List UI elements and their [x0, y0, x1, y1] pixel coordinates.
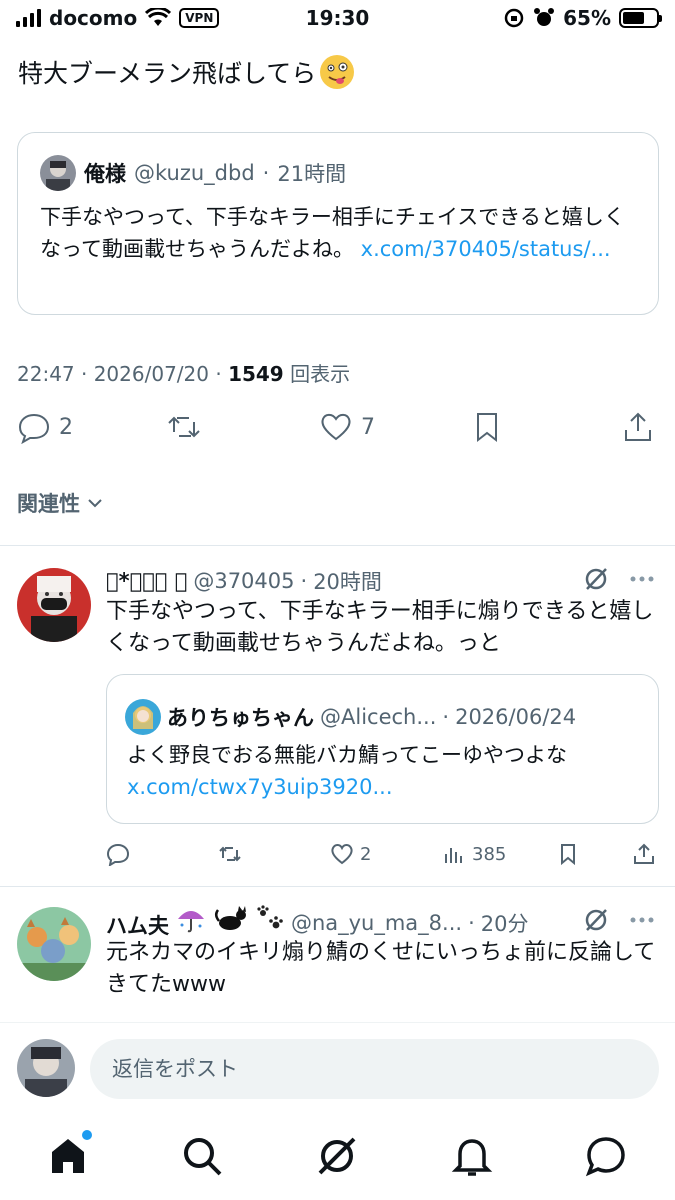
author-handle: @370405: [160, 569, 294, 593]
bottom-tab-bar: [0, 1114, 675, 1200]
tweet-text: 特大ブーメラン飛ばしてら: [18, 54, 355, 90]
reply-button[interactable]: 2: [17, 410, 73, 444]
share-icon: [625, 412, 651, 441]
reply-icon: [106, 843, 130, 866]
quoted-tweet-card[interactable]: ありちゅちゃん @Alicech... · 2026/06/24 よく野良でおる…: [106, 674, 659, 824]
battery-percent: 65%: [563, 6, 611, 30]
quoted-tweet-card[interactable]: 俺様 @kuzu_dbd · 21時間 下手なやつって、下手なキラー相手にチェイ…: [17, 132, 659, 315]
apple-icon: : [106, 569, 119, 593]
quoted-tweet-text: よく野良でおる無能バカ鯖ってこーゆやつよな x.com/ctwx7y3uip39…: [127, 739, 647, 803]
tweet-link[interactable]: x.com/ctwx7y3uip3920...: [127, 771, 647, 803]
heart-icon: [321, 413, 351, 441]
bookmark-button[interactable]: [470, 410, 504, 444]
status-bar: docomo VPN 19:30 65%: [0, 0, 675, 38]
author-name[interactable]: ハム夫: [106, 905, 285, 940]
bookmark-icon: [477, 413, 497, 443]
bookmark-button[interactable]: [556, 842, 580, 866]
grok-tab[interactable]: [315, 1134, 359, 1178]
view-count: 1549: [228, 362, 284, 386]
grok-icon[interactable]: [583, 566, 609, 592]
notifications-tab[interactable]: [450, 1134, 494, 1178]
like-button[interactable]: 2: [330, 842, 371, 866]
share-button[interactable]: [632, 842, 656, 866]
user-avatar[interactable]: [17, 1039, 75, 1097]
search-icon: [184, 1138, 222, 1176]
avatar[interactable]: [17, 907, 91, 981]
views-button[interactable]: 385: [442, 842, 506, 866]
more-options-icon[interactable]: [629, 575, 655, 583]
author-handle: @na_yu_ma_8...: [290, 910, 463, 935]
retweet-icon: [168, 416, 200, 438]
tweet-link[interactable]: x.com/370405/status/...: [361, 237, 611, 261]
more-options-icon[interactable]: [629, 916, 655, 924]
separator: ·: [442, 705, 450, 729]
retweet-button[interactable]: [167, 410, 201, 444]
messages-tab[interactable]: [584, 1134, 628, 1178]
author-name[interactable]: 俺様: [84, 158, 126, 188]
post-date: 2026/06/24: [455, 705, 577, 729]
post-time: 20分: [480, 911, 529, 936]
reply-text: 下手なやつって、下手なキラー相手に煽りできると嬉しくなって動画載せちゃうんだよね…: [106, 599, 654, 656]
search-tab[interactable]: [180, 1134, 224, 1178]
separator: ·: [301, 569, 308, 593]
heart-icon: [331, 844, 353, 865]
battery-icon: [619, 8, 662, 28]
tweet-meta: 22:47 · 2026/07/20 · 1549 回表示: [17, 362, 351, 386]
reply-tweet[interactable]: *𝑦𝑢𝑢  @370405 · 20時間 下手なやつって、下手なキラー相手に…: [0, 546, 675, 886]
reply-composer: 返信をポスト: [0, 1022, 675, 1114]
analytics-icon: [445, 848, 462, 863]
author-name[interactable]: *𝑦𝑢𝑢 : [106, 569, 187, 593]
author-name[interactable]: ありちゅちゃん: [167, 702, 314, 732]
zany-face-emoji-icon: [320, 55, 355, 89]
apple-icon: : [167, 569, 188, 593]
reply-text: 元ネカマのイキリ煽り鯖のくせにいっちょ前に反論してきてたwww: [106, 940, 656, 997]
chevron-down-icon: [88, 499, 102, 508]
post-time: 20時間: [280, 570, 382, 594]
bell-icon: [451, 1139, 493, 1176]
avatar[interactable]: [125, 699, 161, 735]
reply-tweet[interactable]: ハム夫 @na_yu_ma_8... · 20分 元ネカマのイキリ煽り鯖のくせに…: [0, 887, 675, 1022]
sort-replies-dropdown[interactable]: 関連性: [17, 488, 104, 518]
reply-icon: [18, 413, 50, 444]
separator: ·: [468, 910, 475, 935]
rotation-lock-icon: [504, 8, 524, 28]
grok-icon: [318, 1137, 356, 1175]
tweet-actions: 2 7: [17, 410, 657, 454]
bookmark-icon: [561, 844, 575, 866]
author-handle: @kuzu_dbd: [134, 161, 255, 185]
separator: ·: [262, 161, 270, 185]
retweet-button[interactable]: [218, 842, 242, 866]
black-cat-icon: [214, 906, 246, 930]
quoted-tweet-text: 下手なやつって、下手なキラー相手にチェイスできると嬉しくなって動画載せちゃうんだ…: [40, 205, 625, 261]
grok-icon[interactable]: [583, 907, 609, 933]
retweet-icon: [219, 846, 241, 862]
reply-actions: 2 385: [106, 842, 656, 872]
avatar[interactable]: [17, 568, 91, 642]
home-icon: [52, 1139, 84, 1173]
notification-dot: [82, 1130, 92, 1140]
umbrella-icon: [178, 911, 205, 933]
alarm-icon: [534, 8, 555, 26]
home-tab[interactable]: [46, 1130, 92, 1178]
like-button[interactable]: 7: [319, 410, 375, 444]
share-button[interactable]: [621, 410, 655, 444]
post-time: 21時間: [277, 162, 347, 186]
share-icon: [634, 843, 654, 864]
reply-button[interactable]: [106, 842, 130, 866]
author-handle: @Alicech...: [320, 705, 437, 729]
paw-prints-icon: [257, 905, 283, 929]
avatar[interactable]: [40, 155, 76, 191]
reply-input[interactable]: 返信をポスト: [90, 1039, 659, 1099]
messages-icon: [585, 1137, 625, 1177]
